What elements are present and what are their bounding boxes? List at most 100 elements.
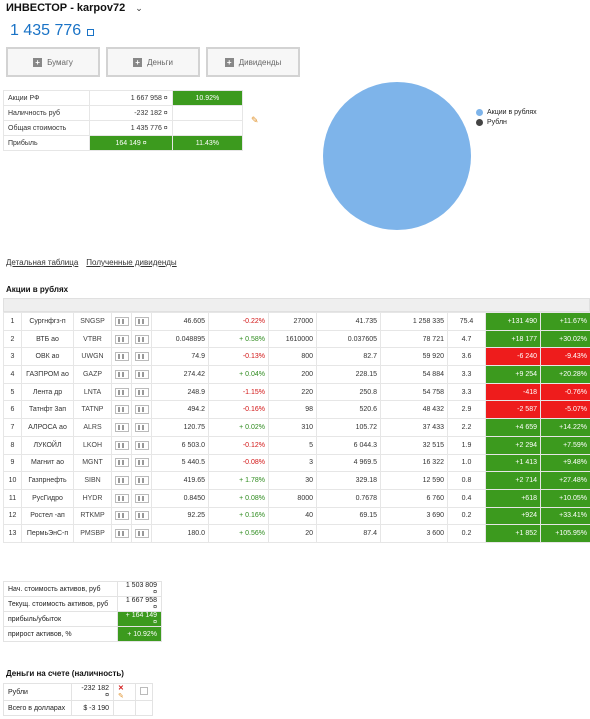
profit-loss: +1 413 <box>485 453 541 473</box>
chart-icon-cell <box>111 418 132 437</box>
table-row[interactable]: 2 ВТБ ао VTBR 0.048895 + 0.58% 1610000 0.03760… <box>3 329 590 349</box>
profit-loss: +2 714 <box>485 471 541 490</box>
cash-check <box>135 683 153 701</box>
bar-chart-icon[interactable] <box>135 352 149 362</box>
profit-loss-percent: +20.28% <box>540 365 590 384</box>
chart-icon-cell <box>111 382 132 402</box>
dividends-link[interactable]: Полученные дивиденды <box>86 258 176 267</box>
bar-chart-icon[interactable] <box>135 511 149 521</box>
table-row[interactable]: 8 ЛУКОЙЛ LKOH 6 503.0 -0.12% 5 6 044.3 32 515 1.… <box>3 435 590 455</box>
summary-extra <box>171 105 244 121</box>
line-chart-icon[interactable] <box>115 440 129 450</box>
line-chart-icon[interactable] <box>115 458 129 468</box>
cash-label: Рубли <box>3 683 72 701</box>
chart-icon-cell <box>131 506 152 526</box>
totals-label: Текущ. стоимость активов, руб <box>3 596 118 612</box>
profit-loss-percent: -5.07% <box>540 400 590 420</box>
chevron-down-icon[interactable]: ⌄ <box>135 3 143 14</box>
stocks-section-title: Акции в рублях <box>6 285 69 294</box>
chart-icon-cell <box>131 453 152 473</box>
line-chart-icon[interactable] <box>115 493 129 503</box>
bar-chart-icon[interactable] <box>135 369 149 379</box>
bar-chart-icon[interactable] <box>135 440 149 450</box>
add-dividends-button[interactable]: + Дивиденды <box>206 47 300 77</box>
day-change: -0.13% <box>208 347 269 367</box>
avg-price: 6 044.3 <box>316 435 381 455</box>
profit-loss-percent: +9.48% <box>540 453 590 473</box>
checkbox-icon[interactable] <box>140 687 148 695</box>
day-change: + 0.04% <box>208 365 269 384</box>
line-chart-icon[interactable] <box>115 369 129 379</box>
bar-chart-icon[interactable] <box>135 387 149 397</box>
line-chart-icon[interactable] <box>115 334 129 344</box>
bar-chart-icon[interactable] <box>135 405 149 415</box>
row-index: 2 <box>3 329 22 349</box>
edit-pencil-icon[interactable]: ✎ <box>118 693 124 700</box>
bar-chart-icon[interactable] <box>135 422 149 432</box>
legend-item[interactable]: Акции в рублях <box>476 107 537 117</box>
bar-chart-icon[interactable] <box>135 476 149 486</box>
add-security-button[interactable]: + Бумагу <box>6 47 100 77</box>
summary-label: Прибыль <box>2 135 91 151</box>
summary-row: Акции РФ 1 667 958 ¤ 10.92% <box>2 90 244 106</box>
table-row[interactable]: 12 Ростел -ап RTKMP 92.25 + 0.16% 40 69.15 3 69… <box>3 506 590 526</box>
security-name: АЛРОСА ао <box>21 418 74 437</box>
legend-item[interactable]: Рублн <box>476 117 537 127</box>
line-chart-icon[interactable] <box>115 422 129 432</box>
line-chart-icon[interactable] <box>115 405 129 415</box>
stocks-table-body: 1 Сургнфгз-п SNGSP 46.605 -0.22% 27000 41.735 1… <box>3 312 590 543</box>
bar-chart-icon[interactable] <box>135 493 149 503</box>
table-row[interactable]: 10 Газпрнефть SIBN 419.65 + 1.78% 30 329.18 12 … <box>3 471 590 490</box>
chart-icon-cell <box>111 365 132 384</box>
summary-value: -232 182 ¤ <box>89 105 173 121</box>
cash-row: Рубли -232 182 ¤ ✕ ✎ <box>3 683 153 701</box>
day-change: + 1.78% <box>208 471 269 490</box>
profit-loss-percent: +14.22% <box>540 418 590 437</box>
table-row[interactable]: 7 АЛРОСА ао ALRS 120.75 + 0.02% 310 105.72 37 4… <box>3 418 590 437</box>
row-index: 5 <box>3 382 22 402</box>
legend-label: Акции в рублях <box>487 108 537 116</box>
bar-chart-icon[interactable] <box>135 316 149 326</box>
row-index: 13 <box>3 524 22 543</box>
summary-value: 1 435 776 ¤ <box>89 120 173 136</box>
portfolio-share: 0.8 <box>447 471 486 490</box>
summary-label: Общая стоимость <box>2 120 91 136</box>
line-chart-icon[interactable] <box>115 529 129 539</box>
avg-price: 41.735 <box>316 312 381 331</box>
bar-chart-icon[interactable] <box>135 529 149 539</box>
bar-chart-icon[interactable] <box>135 458 149 468</box>
table-row[interactable]: 5 Лента др LNTA 248.9 -1.15% 220 250.8 54 758 3.… <box>3 382 590 402</box>
price: 74.9 <box>151 347 209 367</box>
add-money-button[interactable]: + Деньги <box>106 47 200 77</box>
chart-legend: Акции в рублях Рублн <box>476 107 537 127</box>
line-chart-icon[interactable] <box>115 476 129 486</box>
quantity: 800 <box>268 347 317 367</box>
profit-loss: -418 <box>485 382 541 402</box>
table-row[interactable]: 6 Татнфт 3ап TATNP 494.2 -0.16% 98 520.6 48 432… <box>3 400 590 420</box>
table-row[interactable]: 13 ПермьЭнС-п PMSBP 180.0 + 0.56% 20 87.4 3 600… <box>3 524 590 543</box>
day-change: -1.15% <box>208 382 269 402</box>
summary-row: Прибыль 164 149 ¤ 11.43% <box>2 135 244 151</box>
portfolio-share: 0.2 <box>447 506 486 526</box>
chart-icon-cell <box>131 329 152 349</box>
line-chart-icon[interactable] <box>115 316 129 326</box>
line-chart-icon[interactable] <box>115 511 129 521</box>
ticker: LNTA <box>73 382 112 402</box>
summary-table: Акции РФ 1 667 958 ¤ 10.92% Наличность р… <box>2 90 244 151</box>
table-row[interactable]: 3 ОВК ао UWGN 74.9 -0.13% 800 82.7 59 920 3.6 -6 … <box>3 347 590 367</box>
line-chart-icon[interactable] <box>115 387 129 397</box>
cash-empty <box>113 700 136 716</box>
table-row[interactable]: 11 РусГидро HYDR 0.8450 + 0.08% 8000 0.7678 6 7… <box>3 488 590 508</box>
delete-icon[interactable]: ✕ <box>118 685 124 692</box>
portfolio-share: 1.9 <box>447 435 486 455</box>
table-row[interactable]: 1 Сургнфгз-п SNGSP 46.605 -0.22% 27000 41.735 1… <box>3 312 590 331</box>
summary-extra <box>171 120 244 136</box>
table-row[interactable]: 4 ГАЗПРОМ ао GAZP 274.42 + 0.04% 200 228.15 54 … <box>3 365 590 384</box>
bar-chart-icon[interactable] <box>135 334 149 344</box>
summary-extra: 10.92% <box>171 90 244 106</box>
day-change: -0.08% <box>208 453 269 473</box>
table-row[interactable]: 9 Магнит ао MGNT 5 440.5 -0.08% 3 4 969.5 16 32… <box>3 453 590 473</box>
line-chart-icon[interactable] <box>115 352 129 362</box>
edit-pencil-icon[interactable]: ✎ <box>251 115 259 126</box>
detail-table-link[interactable]: Детальная таблица <box>6 258 78 267</box>
